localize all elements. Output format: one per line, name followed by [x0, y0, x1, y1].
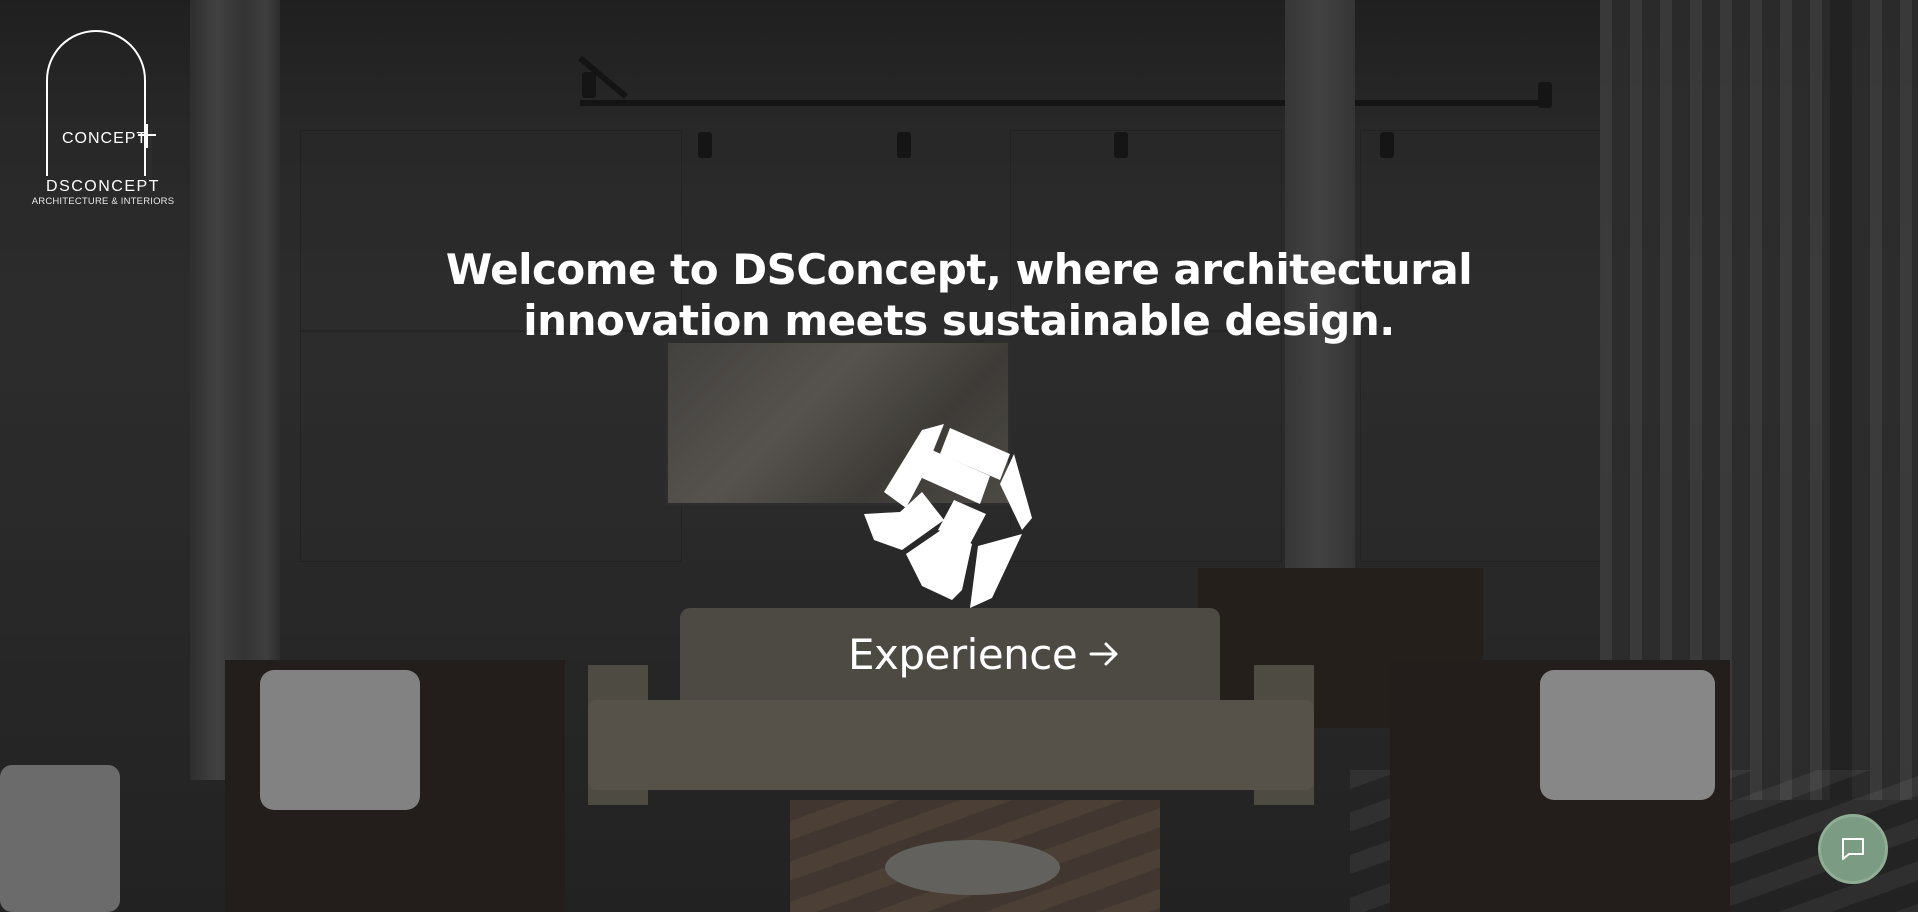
- headline-line-2: innovation meets sustainable design.: [523, 296, 1395, 345]
- headline-line-1: Welcome to DSConcept, where architectura…: [445, 245, 1473, 294]
- hero-section: CONCEPT DSCONCEPT ARCHITECTURE & INTERIO…: [0, 0, 1918, 912]
- experience-label: Experience: [848, 629, 1078, 679]
- plus-mark: [138, 134, 156, 136]
- cube-icon: [864, 424, 1032, 608]
- chat-button[interactable]: [1818, 814, 1888, 884]
- logo-brand-name: DSCONCEPT: [46, 178, 160, 195]
- arch-mark: [46, 30, 146, 176]
- site-logo[interactable]: CONCEPT DSCONCEPT ARCHITECTURE & INTERIO…: [28, 30, 178, 210]
- logo-tagline: ARCHITECTURE & INTERIORS: [31, 196, 175, 207]
- plus-mark: [146, 124, 148, 148]
- chat-bubble-icon: [1842, 838, 1864, 860]
- logo-mark-text: CONCEPT: [62, 130, 148, 147]
- experience-button[interactable]: Experience: [848, 624, 1121, 684]
- hero-headline: Welcome to DSConcept, where architectura…: [430, 244, 1488, 346]
- arrow-right-icon: [1089, 642, 1118, 666]
